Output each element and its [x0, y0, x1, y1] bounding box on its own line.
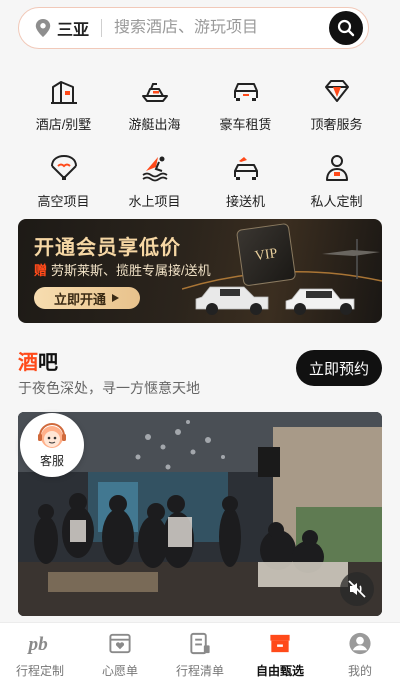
- mute-icon: [348, 580, 366, 598]
- book-now-button[interactable]: 立即预约: [296, 350, 382, 386]
- category-airport-transfer[interactable]: 接送机: [200, 153, 291, 210]
- hotel-icon: [50, 81, 77, 104]
- tab-label: 行程清单: [175, 664, 224, 678]
- custom-person-icon: [325, 155, 348, 181]
- category-custom[interactable]: 私人定制: [291, 153, 382, 210]
- play-arrow-icon: [112, 294, 119, 302]
- vip-banner-subtitle: 赠劳斯莱斯、揽胜专属接/送机: [34, 260, 211, 279]
- parachute-icon: [50, 154, 77, 180]
- tab-profile[interactable]: 我的: [320, 623, 400, 679]
- diamond-icon: [324, 80, 349, 102]
- list-icon: [190, 632, 210, 655]
- tab-label: 自由甄选: [255, 664, 304, 678]
- tab-free-select[interactable]: 自由甄选: [240, 623, 320, 679]
- category-car-rental[interactable]: 豪车租赁: [200, 76, 291, 133]
- vip-card-text: VIP: [254, 246, 279, 264]
- wishlist-icon: [109, 633, 131, 654]
- vip-cars-illustration: VIP: [182, 223, 382, 315]
- category-label: 游艇出海: [128, 117, 181, 132]
- category-yacht[interactable]: 游艇出海: [109, 76, 200, 133]
- service-mascot-icon: [38, 422, 66, 448]
- yacht-icon: [141, 83, 168, 102]
- gift-mark: 赠: [34, 263, 48, 278]
- surfing-icon: [142, 156, 167, 182]
- category-luxury[interactable]: 顶奢服务: [291, 76, 382, 133]
- location-pin-icon[interactable]: [35, 19, 51, 37]
- search-icon: [337, 19, 355, 37]
- city-selector[interactable]: 三亚: [57, 16, 89, 40]
- tab-trip-custom[interactable]: pb 行程定制: [0, 623, 80, 679]
- tab-label: 心愿单: [101, 664, 138, 678]
- category-label: 私人定制: [310, 194, 363, 209]
- section-subtitle: 于夜色深处，寻一方惬意天地: [18, 380, 200, 396]
- category-grid: 酒店/别墅 游艇出海 豪车租赁 顶奢服务 高空项目 水上项目 接送机 私人定制: [18, 76, 382, 210]
- pb-logo-icon: pb: [27, 634, 48, 655]
- category-sky[interactable]: 高空项目: [18, 153, 109, 210]
- vip-open-button[interactable]: 立即开通: [34, 287, 140, 309]
- vip-open-button-label: 立即开通: [53, 291, 106, 307]
- tab-trip-list[interactable]: 行程清单: [160, 623, 240, 679]
- bottom-tab-bar: pb 行程定制 心愿单 行程清单 自由甄选 我的: [0, 622, 400, 679]
- category-water[interactable]: 水上项目: [109, 153, 200, 210]
- airport-transfer-icon: [233, 157, 258, 180]
- category-label: 顶奢服务: [310, 117, 363, 132]
- svg-text:pb: pb: [27, 634, 48, 655]
- search-divider: [101, 19, 103, 37]
- service-label: 客服: [39, 453, 64, 468]
- vip-banner-title: 开通会员享低价: [34, 237, 181, 259]
- search-bar: 三亚: [18, 7, 369, 49]
- category-label: 接送机: [225, 194, 265, 209]
- tab-wishlist[interactable]: 心愿单: [80, 623, 160, 679]
- category-label: 豪车租赁: [219, 117, 272, 132]
- search-input[interactable]: [114, 19, 305, 37]
- search-button[interactable]: [329, 11, 363, 45]
- customer-service-button[interactable]: 客服: [20, 413, 84, 477]
- section-title-accent: 酒: [18, 352, 38, 374]
- section-title-rest: 吧: [38, 352, 58, 374]
- category-label: 酒店/别墅: [35, 117, 92, 132]
- category-label: 水上项目: [128, 194, 181, 209]
- vip-benefit-text: 劳斯莱斯、揽胜专属接/送机: [51, 263, 211, 278]
- tab-label: 行程定制: [15, 664, 64, 678]
- tab-label: 我的: [347, 664, 372, 678]
- profile-icon: [349, 632, 371, 655]
- store-icon: [270, 634, 290, 653]
- category-label: 高空项目: [37, 194, 90, 209]
- section-title: 酒吧: [18, 346, 58, 375]
- car-icon: [233, 83, 258, 101]
- mute-button[interactable]: [340, 572, 374, 606]
- vip-banner[interactable]: VIP 开通会员享低价 赠劳斯莱斯、揽胜专属接/送机 立即开通: [18, 219, 382, 323]
- category-hotel[interactable]: 酒店/别墅: [18, 76, 109, 133]
